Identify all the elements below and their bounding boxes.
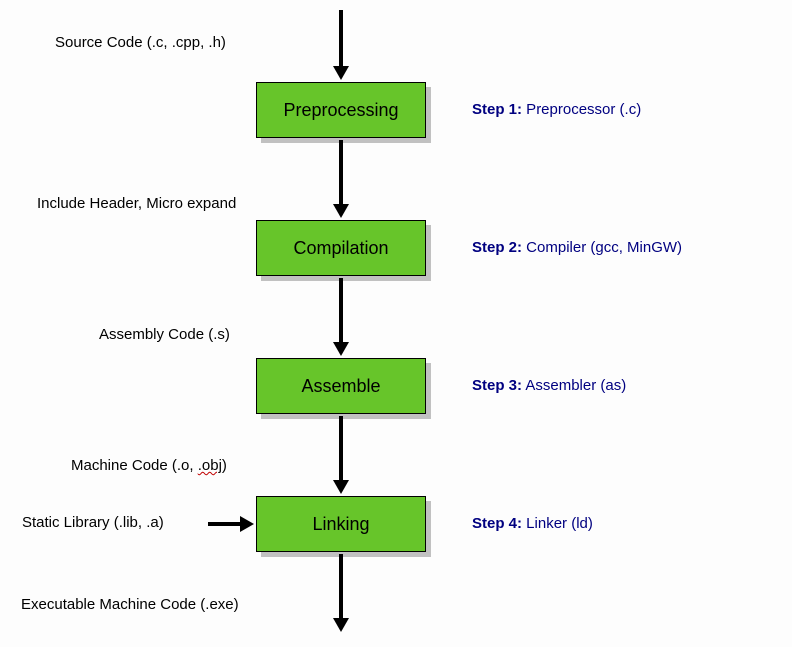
step-1-bold: Step 1: — [472, 101, 522, 118]
box-assemble-label: Assemble — [301, 376, 380, 397]
label-machine-code-post: ) — [222, 457, 227, 474]
arrow-compile-to-assemble — [333, 278, 349, 356]
step-3-text: Assembler (as) — [522, 377, 626, 394]
step-4-text: Linker (ld) — [522, 515, 593, 532]
compilation-pipeline-diagram: { "chart_data": { "type": "table", "titl… — [0, 0, 792, 647]
step-2-bold: Step 2: — [472, 239, 522, 256]
step-3-bold: Step 3: — [472, 377, 522, 394]
step-2-text: Compiler (gcc, MinGW) — [522, 239, 682, 256]
arrow-assemble-to-linking — [333, 416, 349, 494]
step-4-bold: Step 4: — [472, 515, 522, 532]
box-linking: Linking — [256, 496, 426, 552]
label-machine-code-obj: .obj — [198, 457, 222, 474]
label-machine-code-pre: Machine Code (.o, — [71, 457, 198, 474]
label-executable: Executable Machine Code (.exe) — [21, 596, 239, 613]
box-compilation-label: Compilation — [293, 238, 388, 259]
step-3-label: Step 3: Assembler (as) — [472, 377, 626, 394]
step-1-text: Preprocessor (.c) — [522, 101, 641, 118]
box-assemble: Assemble — [256, 358, 426, 414]
label-machine-code: Machine Code (.o, .obj) — [71, 457, 227, 474]
label-include-header: Include Header, Micro expand — [37, 195, 236, 212]
label-assembly-code: Assembly Code (.s) — [99, 326, 230, 343]
arrow-out-of-linking — [333, 554, 349, 632]
arrow-into-preprocessing — [333, 10, 349, 80]
step-2-label: Step 2: Compiler (gcc, MinGW) — [472, 239, 682, 256]
box-preprocessing: Preprocessing — [256, 82, 426, 138]
step-4-label: Step 4: Linker (ld) — [472, 515, 593, 532]
step-1-label: Step 1: Preprocessor (.c) — [472, 101, 641, 118]
box-linking-label: Linking — [312, 514, 369, 535]
box-compilation: Compilation — [256, 220, 426, 276]
arrow-static-library — [208, 516, 254, 532]
arrow-pre-to-compile — [333, 140, 349, 218]
label-static-library: Static Library (.lib, .a) — [22, 514, 164, 531]
box-preprocessing-label: Preprocessing — [283, 100, 398, 121]
label-source-code: Source Code (.c, .cpp, .h) — [55, 34, 226, 51]
